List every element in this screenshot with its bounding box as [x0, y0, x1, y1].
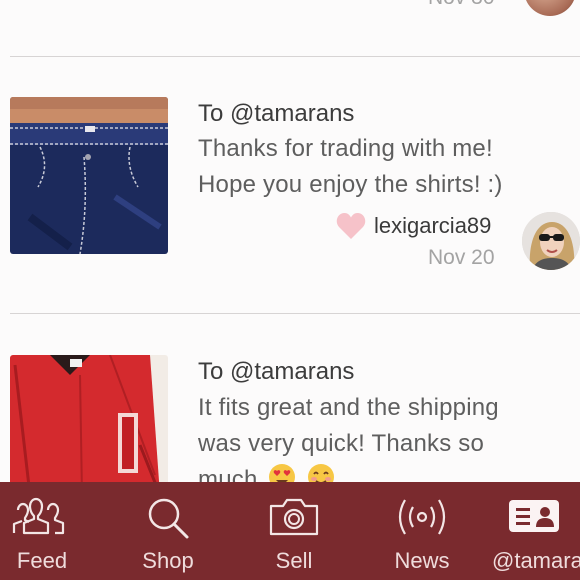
item-thumbnail-jeans[interactable]	[10, 97, 168, 254]
note-recipient: To @tamarans	[198, 100, 355, 127]
note-line-text: much	[198, 466, 258, 482]
people-icon	[12, 497, 65, 535]
note-message: It fits great and the shipping was very …	[198, 390, 568, 482]
note-date: Nov 20	[428, 246, 495, 269]
heart-eyes-emoji	[268, 463, 296, 482]
note-line: It fits great and the shipping	[198, 394, 499, 421]
note-username[interactable]: lexigarcia89	[374, 213, 491, 239]
profile-card-icon	[509, 500, 559, 532]
note-message: Thanks for trading with me! Hope you enj…	[198, 131, 568, 203]
user-avatar[interactable]	[522, 212, 580, 270]
tab-shop[interactable]: Shop	[126, 482, 210, 580]
note-line: much	[198, 462, 568, 482]
tab-label: Shop	[142, 548, 194, 573]
note-line: Thanks for trading with me!	[198, 135, 493, 162]
item-thumbnail-jacket[interactable]	[10, 355, 168, 482]
previous-note-date: Nov 30	[428, 0, 495, 10]
tab-profile[interactable]: @tamarans	[488, 482, 580, 580]
camera-icon	[269, 498, 319, 536]
note-line: Hope you enjoy the shirts! :)	[198, 171, 503, 198]
tab-sell[interactable]: Sell	[252, 482, 336, 580]
tab-label: @tamarans	[492, 548, 580, 573]
like-heart-icon[interactable]	[336, 212, 366, 240]
note-line: was very quick! Thanks so	[198, 430, 485, 457]
divider	[10, 56, 580, 57]
divider	[10, 313, 580, 314]
note-recipient: To @tamarans	[198, 358, 355, 385]
tab-label: Sell	[275, 548, 313, 573]
notes-feed[interactable]: Nov 30 To @tamarans Thanks for trading w…	[0, 0, 580, 482]
search-icon	[148, 498, 189, 539]
broadcast-icon	[398, 499, 446, 535]
bottom-tab-bar: Feed Shop Sell News @tamara	[0, 482, 580, 580]
tab-news[interactable]: News	[378, 482, 466, 580]
tab-label: Feed	[16, 548, 68, 573]
tab-feed[interactable]: Feed	[0, 482, 84, 580]
previous-note-avatar[interactable]	[524, 0, 576, 16]
smiling-emoji	[307, 463, 335, 482]
tab-label: News	[394, 548, 450, 573]
